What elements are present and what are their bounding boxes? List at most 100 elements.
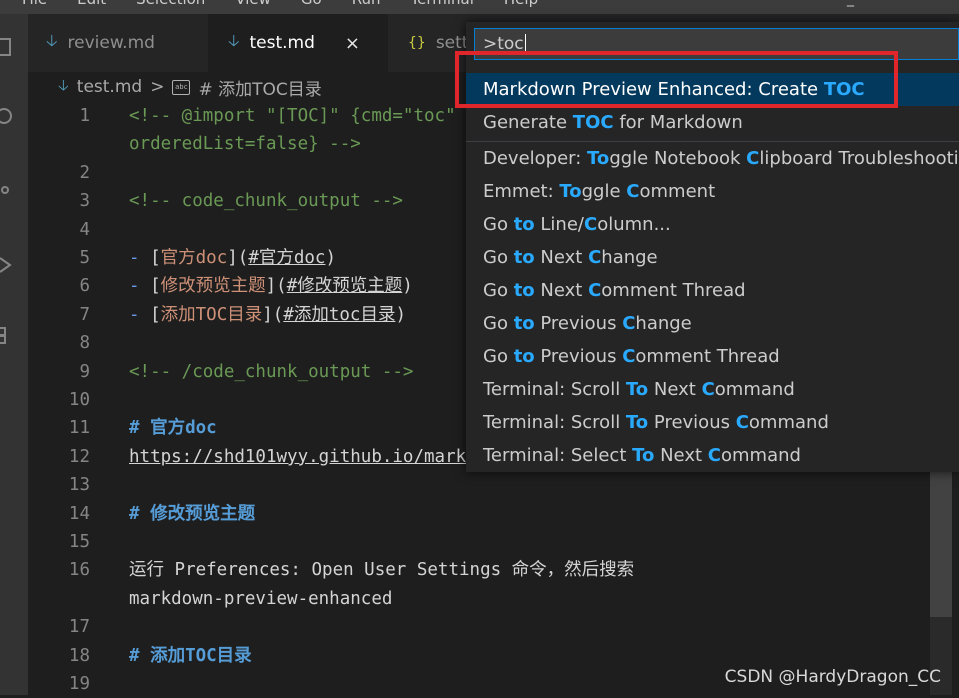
line-number: 3 <box>79 191 90 212</box>
match-highlight: C <box>622 346 636 367</box>
item-text: Terminal: Select <box>483 445 633 466</box>
code-line[interactable]: 15 <box>28 528 959 556</box>
command-palette-item[interactable]: Emmet: Toggle Comment <box>466 175 959 208</box>
line-number: 1 <box>79 106 90 126</box>
command-palette-item[interactable]: Terminal: Scroll To Previous Command <box>466 406 959 439</box>
code-token: 添加TOC目录 <box>160 304 263 325</box>
line-number: 19 <box>68 674 90 694</box>
item-text: Line/ <box>534 214 584 235</box>
code-token: # 添加TOC目录 <box>129 645 252 666</box>
match-highlight: to <box>513 214 535 235</box>
scrollbar-thumb[interactable] <box>930 472 952 617</box>
code-token: - <box>129 248 151 268</box>
close-icon[interactable]: × <box>345 33 360 54</box>
line-number: 18 <box>68 645 90 666</box>
code-line[interactable]: 14 # 修改预览主题 <box>28 500 959 528</box>
item-text: ggle <box>581 181 627 202</box>
run-debug-icon[interactable] <box>0 254 16 276</box>
code-line[interactable]: 17 <box>28 613 959 641</box>
tab-review-md[interactable]: 🡣 review.md <box>46 14 206 72</box>
code-token: #修改预览主题 <box>286 276 403 297</box>
command-palette-item[interactable]: Terminal: Scroll To Next Command <box>466 373 959 406</box>
match-highlight: C <box>701 379 715 400</box>
breadcrumb-heading[interactable]: # 添加TOC目录 <box>198 75 321 100</box>
menu-item-help[interactable]: Help <box>504 0 538 8</box>
line-number: 11 <box>68 418 90 439</box>
command-palette-item[interactable]: Developer: Toggle Notebook Clipboard Tro… <box>466 142 959 175</box>
search-icon[interactable] <box>0 106 16 128</box>
list-separator <box>466 141 959 142</box>
breadcrumb-separator: > <box>150 77 165 97</box>
line-number: 17 <box>68 617 90 638</box>
match-highlight: To <box>625 412 649 433</box>
menu-item-terminal[interactable]: Terminal <box>411 0 474 8</box>
code-token: 修改预览主题 <box>160 276 266 297</box>
line-number: 16 <box>68 560 90 581</box>
command-palette-item[interactable]: Terminal: Select To Next Command <box>466 439 959 472</box>
command-palette-item[interactable]: Go to Next Change <box>466 241 959 274</box>
tab-label: test.md <box>249 33 315 53</box>
command-palette-item[interactable]: Generate TOC for Markdown <box>466 106 959 139</box>
code-token: 官方doc <box>160 248 228 268</box>
item-text: hange <box>601 247 658 268</box>
match-highlight: to <box>513 313 535 334</box>
match-highlight: C <box>583 214 598 235</box>
symbol-string-icon: abc <box>172 79 191 95</box>
code-token: #官方doc <box>248 248 326 268</box>
code-token: #添加toc目录 <box>283 304 396 325</box>
source-control-icon[interactable] <box>0 179 16 201</box>
line-number: 5 <box>79 248 90 268</box>
code-line[interactable]: 13 <box>28 471 959 499</box>
menu-item-run[interactable]: Run <box>352 0 381 8</box>
match-highlight: To <box>559 181 582 202</box>
line-content: markdown-preview-enhanced <box>129 585 392 613</box>
line-number: 10 <box>68 390 90 410</box>
item-text: Next <box>654 445 708 466</box>
command-palette-item[interactable]: Go to Previous Change <box>466 307 959 340</box>
menu-item-file[interactable]: File <box>22 0 47 8</box>
code-line[interactable]: 18 # 添加TOC目录 <box>28 642 959 670</box>
menu-item-selection[interactable]: Selection <box>136 0 205 8</box>
code-token: ) <box>325 248 337 268</box>
command-palette-item[interactable]: Go to Previous Comment Thread <box>466 340 959 373</box>
code-token: ]( <box>227 248 249 268</box>
menu-bar: File Edit Selection View Go Run Terminal Help _ <box>0 0 959 14</box>
item-text: Go <box>483 313 514 334</box>
line-content: orderedList=false} --> <box>129 130 361 158</box>
tab-label: review.md <box>67 33 155 53</box>
item-text: Previous <box>648 412 736 433</box>
item-text: Go <box>483 214 514 235</box>
command-palette-item[interactable]: Go to Next Comment Thread <box>466 274 959 307</box>
match-highlight: to <box>513 247 535 268</box>
line-number: 4 <box>79 219 90 240</box>
explorer-icon[interactable] <box>0 36 16 58</box>
item-text: Go <box>483 247 514 268</box>
command-palette-item[interactable]: Go to Line/Column... <box>466 208 959 241</box>
line-number: 2 <box>79 162 90 183</box>
line-number: 13 <box>68 475 90 496</box>
item-text: Developer: <box>483 148 588 169</box>
breadcrumb-file[interactable]: test.md <box>77 77 142 97</box>
code-line[interactable]: 16 运行 Preferences: Open User Settings 命令，… <box>28 556 959 584</box>
item-text: Go <box>483 280 514 301</box>
line-content: <!-- /code_chunk_output --> <box>129 358 413 386</box>
code-token: ) <box>395 304 407 325</box>
line-number: 9 <box>79 361 90 382</box>
line-content: # 添加TOC目录 <box>129 642 252 670</box>
extensions-icon[interactable] <box>0 324 16 346</box>
match-highlight: to <box>513 280 535 301</box>
minimize-button[interactable]: _ <box>847 0 854 7</box>
line-content: - [修改预览主题](#修改预览主题) <box>129 272 413 300</box>
tab-test-md[interactable]: 🡣 test.md × <box>208 14 388 72</box>
line-number: 15 <box>68 532 90 552</box>
code-line[interactable]: markdown-preview-enhanced <box>28 585 959 613</box>
match-highlight: C <box>626 181 640 202</box>
menu-item-view[interactable]: View <box>235 0 271 8</box>
code-token: markdown-preview-enhanced <box>129 588 393 609</box>
menu-item-go[interactable]: Go <box>301 0 322 8</box>
match-highlight: To <box>625 379 649 400</box>
menu-item-edit[interactable]: Edit <box>77 0 106 8</box>
line-content: # 官方doc <box>129 414 217 442</box>
item-text: omment Thread <box>635 346 780 367</box>
item-text: Previous <box>534 346 623 367</box>
